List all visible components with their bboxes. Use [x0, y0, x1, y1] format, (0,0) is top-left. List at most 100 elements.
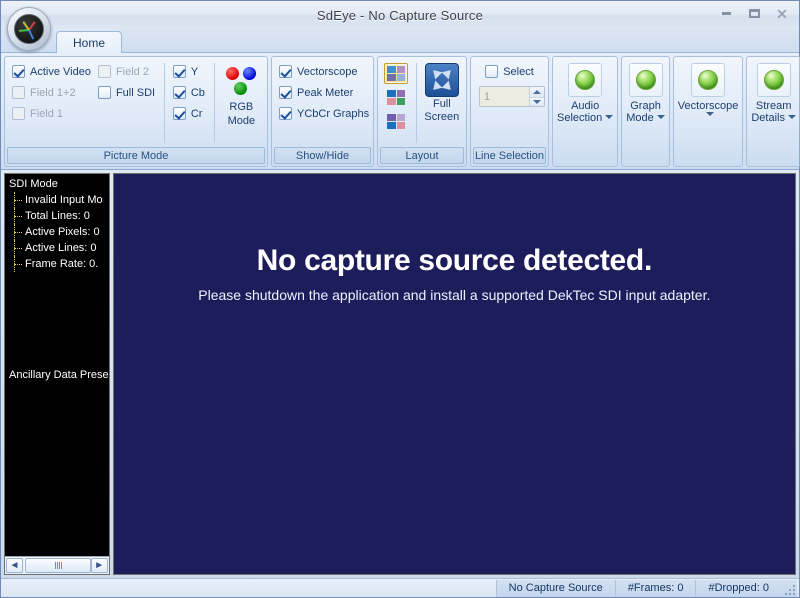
checkbox-label: Full SDI [115, 86, 156, 99]
no-source-subtext: Please shutdown the application and inst… [198, 287, 711, 303]
stream-details-label-2: Details [751, 112, 785, 124]
fullscreen-icon [424, 63, 459, 97]
checkbox-label: Active Video [30, 65, 91, 78]
stepper-up-button[interactable] [530, 87, 544, 97]
line-number-stepper[interactable]: 1 [479, 86, 545, 107]
chevron-right-icon: ► [94, 559, 105, 571]
title-bar: SdEye - No Capture Source ✕ [1, 1, 799, 29]
stream-details-button[interactable]: Stream Details [751, 100, 796, 124]
window-title: SdEye - No Capture Source [316, 7, 484, 23]
ribbon-group-picture-mode: Active Video Field 1+2 Field 1 Field 2 F… [4, 56, 268, 167]
application-window: SdEye - No Capture Source ✕ Home Active … [0, 0, 800, 598]
checkbox-box [12, 107, 25, 120]
group-label-show-hide: Show/Hide [274, 147, 371, 164]
scroll-track[interactable] [24, 558, 91, 573]
checkbox-label: Field 1+2 [30, 86, 76, 99]
group-label-line-selection: Line Selection [473, 147, 546, 164]
checkbox-label: YCbCr Graphs [297, 107, 370, 120]
checkbox-full-sdi[interactable]: Full SDI [97, 85, 156, 100]
sidebar-panel: SDI Mode Invalid Input Mo Total Lines: 0… [4, 173, 110, 575]
scroll-right-button[interactable]: ► [90, 558, 108, 573]
checkbox-box [279, 107, 292, 120]
vectorscope-button[interactable]: Vectorscope [678, 100, 738, 116]
divider [164, 63, 165, 143]
resize-grip-icon[interactable] [781, 579, 797, 597]
checkbox-box [97, 65, 111, 78]
green-orb-icon[interactable] [568, 63, 603, 97]
checkbox-label: Cb [190, 86, 205, 99]
line-number-value: 1 [484, 90, 491, 103]
chevron-down-icon [605, 115, 614, 119]
checkbox-box [12, 65, 25, 78]
green-orb-icon[interactable] [756, 63, 791, 97]
checkbox-active-video[interactable]: Active Video [12, 64, 91, 79]
checkbox-vectorscope[interactable]: Vectorscope [279, 64, 365, 79]
checkbox-label: Y [190, 65, 199, 78]
group-label-layout: Layout [380, 147, 464, 164]
green-orb-icon[interactable] [628, 63, 663, 97]
close-button[interactable]: ✕ [771, 5, 793, 22]
checkbox-peak-meter[interactable]: Peak Meter [279, 85, 365, 100]
checkbox-box [172, 86, 186, 99]
window-controls: ✕ [715, 5, 793, 22]
checkbox-cb[interactable]: Cb [172, 85, 205, 100]
full-screen-button[interactable]: Full Screen [422, 61, 462, 123]
checkbox-label: Vectorscope [297, 65, 358, 78]
maximize-button[interactable] [743, 5, 765, 22]
checkbox-box [172, 107, 186, 120]
ribbon-group-graph-mode: Graph Mode [621, 56, 670, 167]
status-dropped: #Dropped: 0 [695, 579, 781, 597]
rgb-dots-icon [224, 65, 258, 99]
sidebar-horizontal-scrollbar[interactable]: ◄ ► [5, 556, 109, 574]
tree-item-total-lines[interactable]: Total Lines: 0 [8, 208, 109, 224]
tree-item-frame-rate[interactable]: Frame Rate: 0. [8, 256, 109, 272]
graph-mode-label-2: Mode [626, 112, 654, 124]
full-screen-label-2: Screen [424, 111, 460, 123]
vectorscope-icon[interactable] [7, 7, 51, 51]
checkbox-box [12, 86, 25, 99]
green-orb-icon[interactable] [691, 63, 726, 97]
checkbox-label: Field 2 [115, 65, 149, 78]
rgb-mode-button[interactable]: RGB Mode [220, 61, 263, 130]
minimize-button[interactable] [715, 5, 737, 22]
layout-quad-1[interactable] [384, 63, 408, 84]
tree-item-active-pixels[interactable]: Active Pixels: 0 [8, 224, 109, 240]
stepper-down-button[interactable] [530, 96, 544, 106]
checkbox-label: Select [503, 65, 534, 78]
status-capture-source: No Capture Source [495, 579, 615, 597]
sdi-info-tree[interactable]: SDI Mode Invalid Input Mo Total Lines: 0… [5, 174, 109, 556]
checkbox-y[interactable]: Y [172, 64, 205, 79]
ribbon-group-vectorscope: Vectorscope [672, 56, 744, 167]
scroll-thumb[interactable] [25, 558, 91, 573]
tree-root-sdi-mode[interactable]: SDI Mode [8, 177, 109, 192]
checkbox-select[interactable]: Select [479, 64, 540, 79]
chevron-left-icon: ◄ [9, 559, 20, 571]
checkbox-field-1-2[interactable]: Field 1+2 [12, 85, 91, 100]
video-canvas[interactable]: No capture source detected. Please shutd… [112, 173, 796, 575]
status-frames: #Frames: 0 [614, 579, 696, 597]
checkbox-box [97, 86, 111, 99]
full-screen-label-1: Full [432, 98, 451, 110]
checkbox-ycbcr-graphs[interactable]: YCbCr Graphs [279, 106, 369, 121]
tree-item-ancillary-data-present[interactable]: Ancillary Data Prese [8, 368, 109, 383]
tab-home[interactable]: Home [56, 31, 123, 53]
layout-quad-3[interactable] [384, 111, 408, 132]
chevron-down-icon [705, 112, 714, 116]
checkbox-label: Field 1 [30, 107, 64, 120]
audio-selection-button[interactable]: Audio Selection [557, 100, 614, 124]
chevron-down-icon [656, 115, 665, 119]
checkbox-field-1[interactable]: Field 1 [12, 106, 91, 121]
checkbox-label: Peak Meter [297, 86, 354, 99]
tree-item-active-lines[interactable]: Active Lines: 0 [8, 240, 109, 256]
checkbox-field-2[interactable]: Field 2 [97, 64, 155, 79]
tree-item-invalid-input-mode[interactable]: Invalid Input Mo [8, 192, 109, 208]
layout-quad-2[interactable] [384, 87, 408, 108]
checkbox-box [279, 86, 292, 99]
checkbox-cr[interactable]: Cr [172, 106, 205, 121]
graph-mode-button[interactable]: Graph Mode [626, 100, 665, 124]
vectorscope-glyph [14, 14, 44, 44]
checkbox-box [279, 65, 292, 78]
ribbon-group-layout: Full Screen Layout [377, 56, 467, 167]
scroll-left-button[interactable]: ◄ [6, 558, 23, 573]
layout-thumb-list [382, 61, 411, 132]
